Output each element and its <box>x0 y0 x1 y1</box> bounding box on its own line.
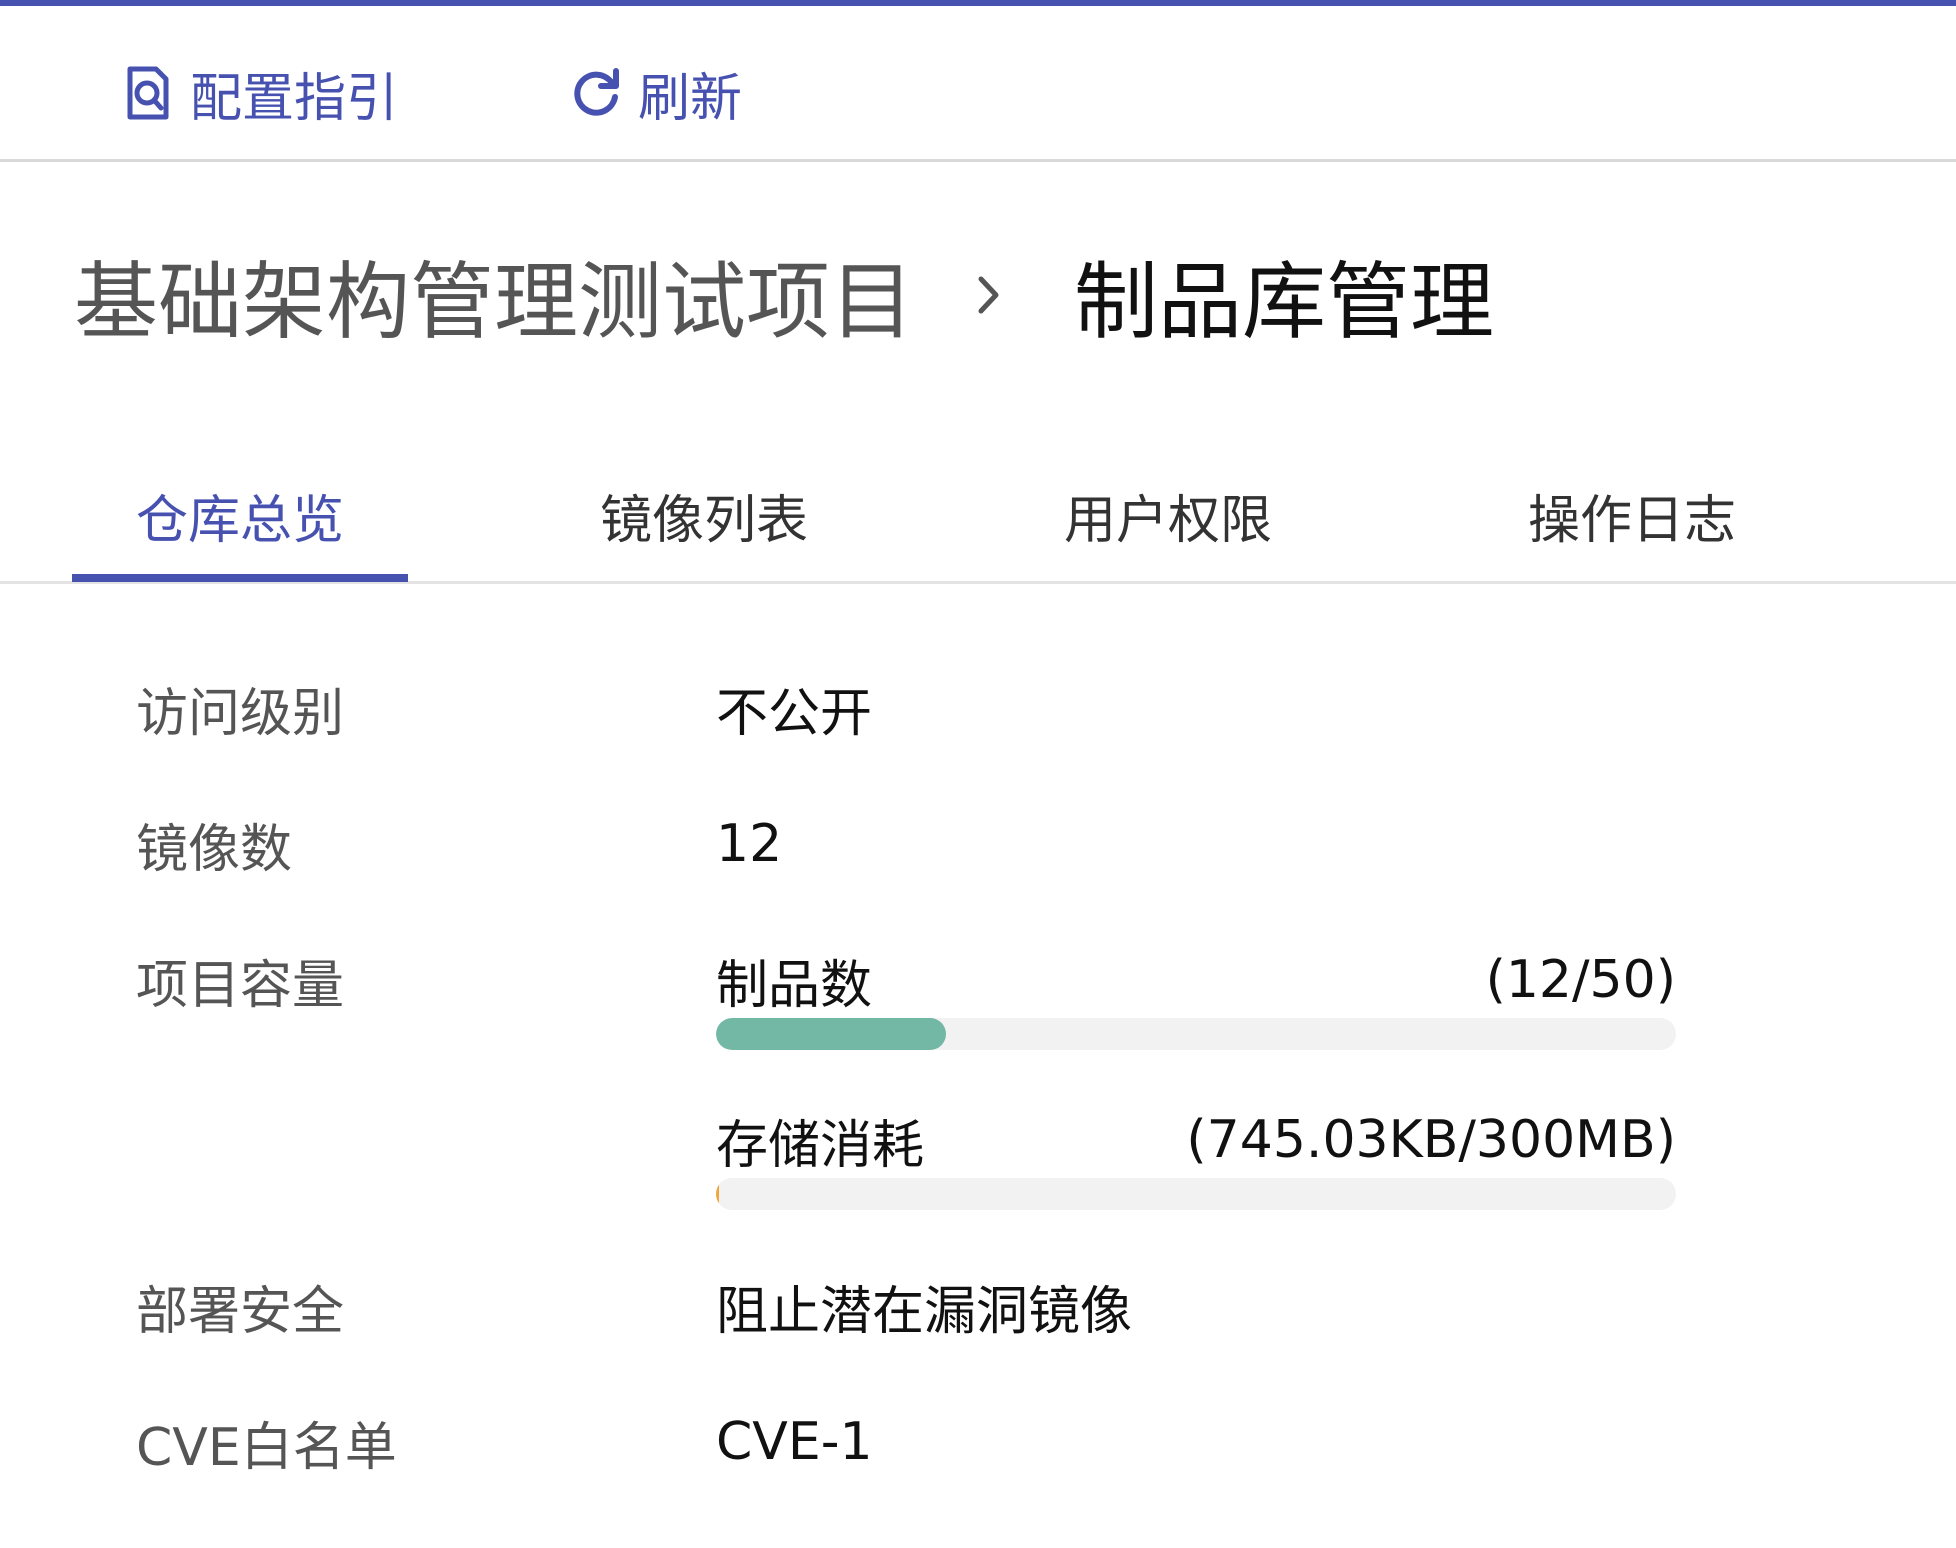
project-capacity-label: 项目容量 <box>136 955 345 1016</box>
config-guide-button[interactable]: 配置指引 <box>120 58 399 129</box>
tab-repository-overview[interactable]: 仓库总览 <box>136 470 344 560</box>
artifacts-count-label: 制品数 <box>716 955 873 1016</box>
cve-whitelist-value: CVE-1 <box>716 1412 873 1472</box>
storage-usage-value: (745.03KB/300MB) <box>1186 1110 1676 1170</box>
cve-whitelist-label: CVE白名单 <box>136 1417 397 1478</box>
chevron-right-icon <box>976 273 1002 317</box>
deploy-security-label: 部署安全 <box>136 1281 345 1342</box>
refresh-label: 刷新 <box>638 68 743 129</box>
image-count-label: 镜像数 <box>136 819 293 880</box>
document-search-icon <box>120 63 176 123</box>
storage-progress-fill <box>716 1178 719 1210</box>
access-level-value: 不公开 <box>716 683 873 744</box>
tab-operation-log[interactable]: 操作日志 <box>1528 470 1736 560</box>
config-guide-label: 配置指引 <box>190 68 399 129</box>
breadcrumb: 基础架构管理测试项目 制品库管理 <box>74 240 1494 351</box>
page-title: 制品库管理 <box>1074 252 1495 351</box>
refresh-button[interactable]: 刷新 <box>568 58 743 129</box>
toolbar: 配置指引 刷新 <box>0 6 1956 162</box>
storage-progress-bar <box>716 1178 1676 1210</box>
artifacts-progress-fill <box>716 1018 947 1050</box>
tab-image-list[interactable]: 镜像列表 <box>600 470 808 560</box>
active-tab-indicator <box>72 574 408 582</box>
refresh-icon <box>568 63 624 123</box>
storage-capacity-row: 存储消耗 (745.03KB/300MB) <box>716 1100 1676 1180</box>
tab-user-permissions[interactable]: 用户权限 <box>1064 470 1272 560</box>
access-level-label: 访问级别 <box>136 683 345 744</box>
artifacts-capacity-row: 制品数 (12/50) <box>716 940 1676 1020</box>
breadcrumb-parent-project[interactable]: 基础架构管理测试项目 <box>74 235 914 356</box>
image-count-value: 12 <box>716 814 783 874</box>
tab-bar: 仓库总览 镜像列表 用户权限 操作日志 <box>0 460 1956 584</box>
artifacts-count-usage: (12/50) <box>1485 950 1676 1010</box>
deploy-security-value: 阻止潜在漏洞镜像 <box>716 1281 1133 1342</box>
storage-usage-label: 存储消耗 <box>716 1115 925 1176</box>
artifacts-progress-bar <box>716 1018 1676 1050</box>
